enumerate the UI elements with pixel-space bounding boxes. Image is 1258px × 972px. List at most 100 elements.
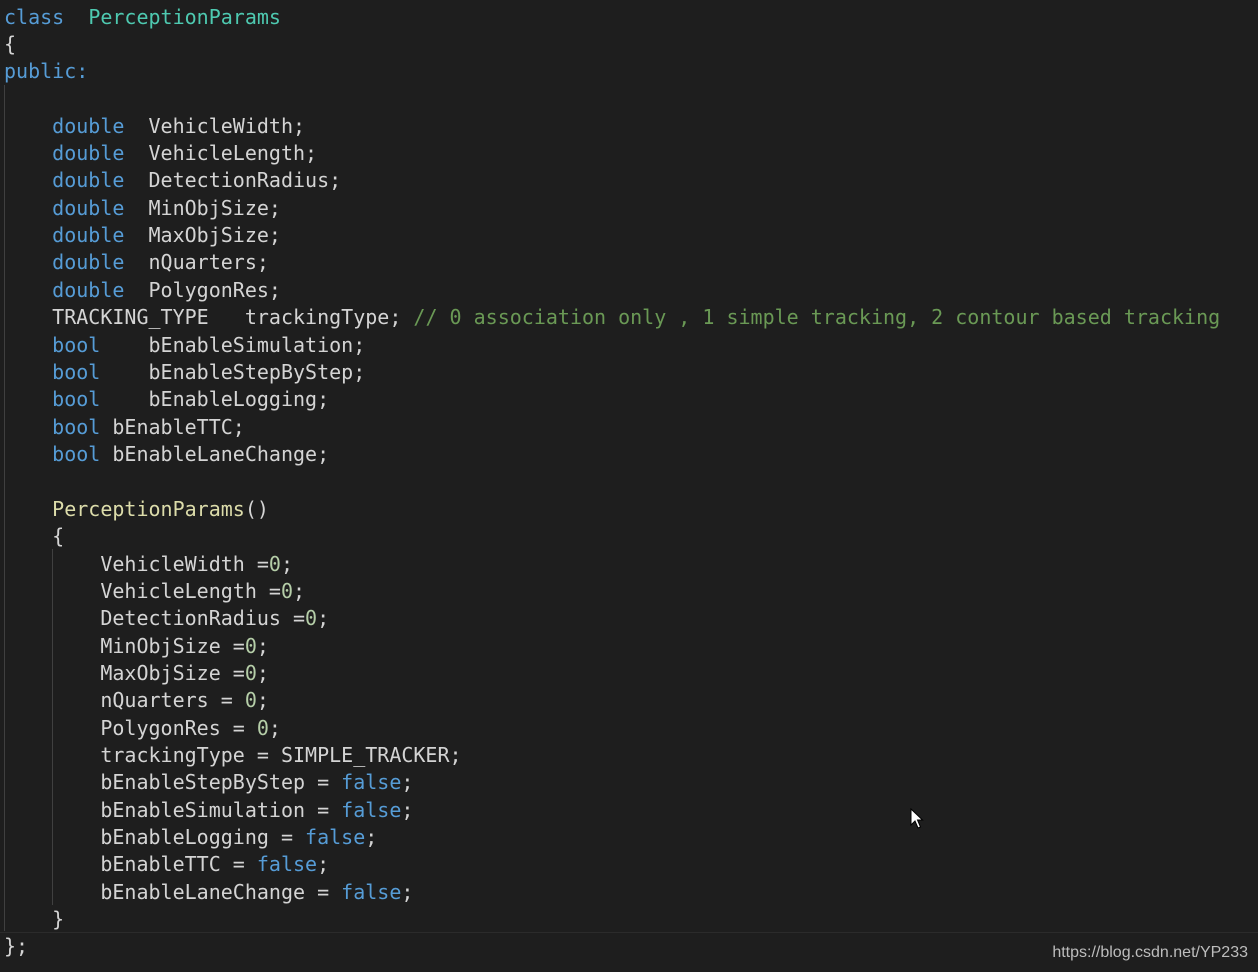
code-token: double xyxy=(52,141,125,165)
code-line[interactable]: PerceptionParams() xyxy=(4,496,269,523)
mouse-pointer-icon xyxy=(910,808,924,829)
code-token: double xyxy=(52,278,125,302)
code-token: PolygonRes; xyxy=(124,278,281,302)
code-line[interactable]: class PerceptionParams xyxy=(4,4,281,31)
code-token: TRACKING_TYPE trackingType; xyxy=(4,305,414,329)
code-line[interactable]: bool bEnableStepByStep; xyxy=(4,359,365,386)
code-token: ; xyxy=(401,770,414,794)
code-line[interactable]: bool bEnableTTC; xyxy=(4,414,245,441)
code-line[interactable]: trackingType = SIMPLE_TRACKER; xyxy=(4,742,461,769)
code-token: DetectionRadius = xyxy=(4,606,306,630)
code-token: bEnableTTC = xyxy=(4,852,257,876)
code-token: ; xyxy=(401,798,414,822)
code-line[interactable]: double PolygonRes; xyxy=(4,277,281,304)
code-line[interactable]: public: xyxy=(4,58,88,85)
code-token: MaxObjSize = xyxy=(4,661,245,685)
code-line[interactable]: double DetectionRadius; xyxy=(4,167,341,194)
code-line[interactable]: double VehicleLength; xyxy=(4,140,317,167)
code-token: 0 xyxy=(244,634,257,658)
code-token: bool xyxy=(52,333,101,357)
code-token: bEnableSimulation = xyxy=(4,798,342,822)
code-token: double xyxy=(52,196,125,220)
code-line[interactable]: } xyxy=(4,906,64,933)
code-token: // 0 association only , 1 simple trackin… xyxy=(413,305,1221,329)
code-token: double xyxy=(52,250,125,274)
code-line[interactable]: }; xyxy=(4,933,28,960)
code-line[interactable]: double MinObjSize; xyxy=(4,195,281,222)
code-token: 0 xyxy=(280,579,293,603)
code-token: ; xyxy=(293,579,306,603)
code-token: public xyxy=(4,59,77,83)
code-token: double xyxy=(52,168,125,192)
code-token: PolygonRes = xyxy=(4,716,257,740)
code-token: double xyxy=(52,223,125,247)
code-line[interactable]: { xyxy=(4,523,64,550)
code-token: { xyxy=(4,32,17,56)
code-token: { xyxy=(4,524,65,548)
code-line[interactable]: bool bEnableLaneChange; xyxy=(4,441,329,468)
code-token: ; xyxy=(268,716,281,740)
indent-guide-constructor-body xyxy=(52,549,53,905)
code-editor[interactable]: class PerceptionParams{public: double Ve… xyxy=(0,0,1258,972)
code-line[interactable]: VehicleLength =0; xyxy=(4,578,305,605)
code-token: VehicleLength = xyxy=(4,579,281,603)
code-token: MaxObjSize; xyxy=(124,223,281,247)
code-line[interactable]: PolygonRes = 0; xyxy=(4,715,281,742)
code-token: bool xyxy=(52,442,101,466)
code-token: nQuarters = xyxy=(4,688,245,712)
code-token: false xyxy=(305,825,366,849)
code-line[interactable]: bEnableStepByStep = false; xyxy=(4,769,413,796)
code-token: 0 xyxy=(305,606,318,630)
code-line[interactable]: double VehicleWidth; xyxy=(4,113,305,140)
code-line[interactable]: double MaxObjSize; xyxy=(4,222,281,249)
editor-bottom-divider xyxy=(0,932,1258,933)
code-line[interactable]: bEnableLaneChange = false; xyxy=(4,879,413,906)
code-token: class xyxy=(4,5,65,29)
code-line[interactable]: MaxObjSize =0; xyxy=(4,660,269,687)
code-token: bEnableStepByStep; xyxy=(100,360,366,384)
watermark-url: https://blog.csdn.net/YP233 xyxy=(1052,944,1248,961)
code-line[interactable]: { xyxy=(4,31,16,58)
code-token: double xyxy=(52,114,125,138)
code-token: () xyxy=(244,497,269,521)
code-token: ; xyxy=(317,606,330,630)
code-line[interactable]: double nQuarters; xyxy=(4,249,269,276)
code-token: bEnableLogging; xyxy=(100,387,330,411)
code-line[interactable]: bool bEnableLogging; xyxy=(4,386,329,413)
code-line[interactable]: bEnableLogging = false; xyxy=(4,824,377,851)
code-token: bool xyxy=(52,387,101,411)
code-token: false xyxy=(256,852,318,876)
code-token: VehicleWidth = xyxy=(4,552,269,576)
code-token: }; xyxy=(4,934,29,958)
code-token: ; xyxy=(317,852,330,876)
code-line[interactable]: TRACKING_TYPE trackingType; // 0 associa… xyxy=(4,304,1220,331)
code-token: false xyxy=(341,798,402,822)
code-line[interactable]: nQuarters = 0; xyxy=(4,687,269,714)
code-line[interactable]: bool bEnableSimulation; xyxy=(4,332,365,359)
code-line[interactable]: VehicleWidth =0; xyxy=(4,551,293,578)
code-token: bEnableStepByStep = xyxy=(4,770,342,794)
code-token: bEnableTTC; xyxy=(100,415,245,439)
code-token: bool xyxy=(52,360,101,384)
code-token: } xyxy=(4,907,65,931)
code-token: ; xyxy=(280,552,293,576)
code-token: nQuarters; xyxy=(124,250,269,274)
code-token: bEnableSimulation; xyxy=(100,333,366,357)
code-token: : xyxy=(76,59,89,83)
code-token: bEnableLogging = xyxy=(4,825,306,849)
code-line[interactable]: MinObjSize =0; xyxy=(4,633,269,660)
code-token: ; xyxy=(256,634,269,658)
code-token: ; xyxy=(401,880,414,904)
code-line[interactable]: bEnableSimulation = false; xyxy=(4,797,413,824)
code-token: 0 xyxy=(244,661,257,685)
